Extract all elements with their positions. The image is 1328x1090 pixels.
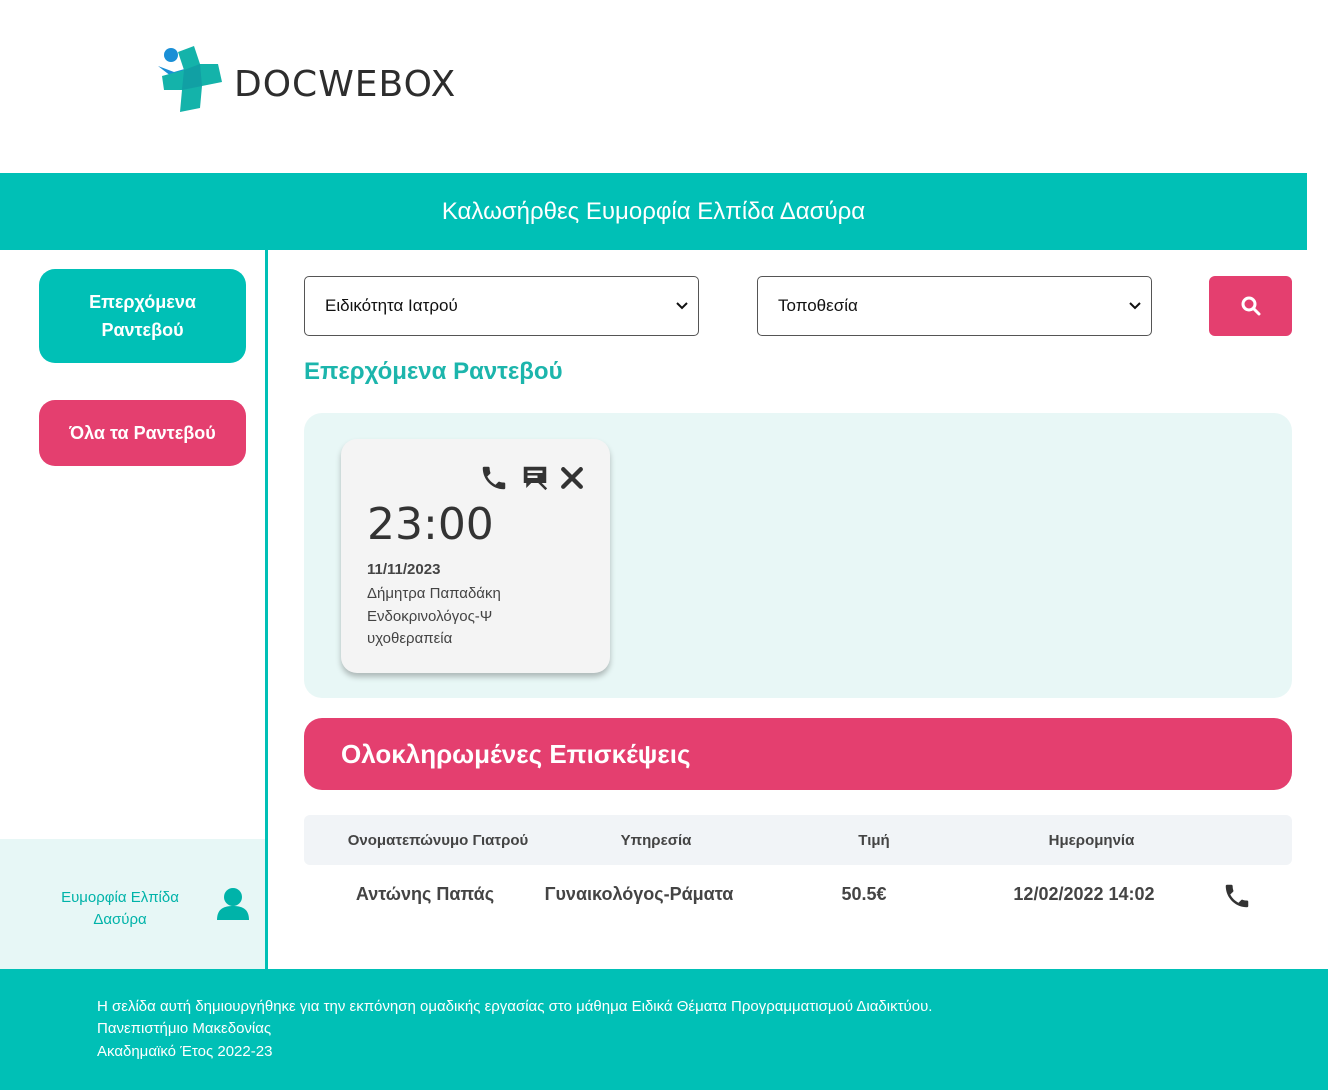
completed-visits-header: Ολοκληρωμένες Επισκέψεις [304,718,1292,790]
specialty-select[interactable]: Ειδικότητα Ιατρού [304,276,699,336]
upcoming-appointments-button[interactable]: Επερχόμενα Ραντεβού [39,269,246,363]
footer-line-1: Η σελίδα αυτή δημιουργήθηκε για την εκπό… [97,998,933,1015]
close-icon[interactable] [557,463,587,493]
user-panel: Ευμορφία Ελπίδα Δασύρα [0,839,265,969]
column-price: Τιμή [858,832,890,849]
column-doctor: Ονοματεπώνυμο Γιατρού [347,832,529,849]
user-icon[interactable] [215,886,251,922]
brand-name: DOCWEBOX [234,64,457,105]
table-row: Αντώνης Παπάς Γυναικολόγος-Ράματα 50.5€ … [304,866,1292,926]
all-appointments-button[interactable]: Όλα τα Ραντεβού [39,400,246,466]
appointment-specialty: Ενδοκρινολόγος-Ψυχοθεραπεία [367,607,493,648]
phone-icon[interactable] [1222,881,1252,911]
column-service: Υπηρεσία [620,832,692,849]
chevron-down-icon [1129,302,1141,310]
upcoming-appointments-label: Επερχόμενα Ραντεβού [89,292,196,340]
header: DOCWEBOX [0,0,1328,173]
brand-logo[interactable]: DOCWEBOX [158,46,455,112]
column-date: Ημερομηνία [1048,832,1135,849]
appointment-time: 23:00 [367,499,494,550]
row-price: 50.5€ [841,884,887,904]
row-service: Γυναικολόγος-Ράματα [544,884,734,904]
location-select-value: Τοποθεσία [778,296,858,315]
appointment-doctor: Δήμητρα Παπαδάκη [367,585,501,602]
specialty-select-value: Ειδικότητα Ιατρού [325,296,458,315]
row-doctor: Αντώνης Παπάς [355,884,495,904]
docwebox-logo-icon [158,46,222,112]
search-icon [1241,296,1260,316]
welcome-banner: Καλωσήρθες Ευμορφία Ελπίδα Δασύρα [0,173,1307,250]
row-date: 12/02/2022 14:02 [1013,884,1155,904]
completed-visits-title: Ολοκληρωμένες Επισκέψεις [341,738,691,769]
all-appointments-label: Όλα τα Ραντεβού [69,423,216,443]
table-header: Ονοματεπώνυμο Γιατρού Υπηρεσία Τιμή Ημερ… [304,815,1292,865]
appointment-date: 11/11/2023 [367,561,441,578]
footer: Η σελίδα αυτή δημιουργήθηκε για την εκπό… [0,969,1328,1090]
chevron-down-icon [676,302,688,310]
appointment-card: 23:00 11/11/2023 Δήμητρα Παπαδάκη Ενδοκρ… [341,439,610,673]
chat-icon[interactable] [520,463,550,493]
phone-icon[interactable] [479,463,509,493]
footer-line-2: Πανεπιστήμιο Μακεδονίας [97,1020,272,1037]
sidebar-divider [265,250,268,969]
search-button[interactable] [1209,276,1292,336]
upcoming-section-title: Επερχόμενα Ραντεβού [304,358,563,385]
footer-line-3: Ακαδημαϊκό Έτος 2022-23 [97,1043,273,1060]
user-name[interactable]: Ευμορφία Ελπίδα Δασύρα [40,887,200,931]
appointment-details: Δήμητρα Παπαδάκη Ενδοκρινολόγος-Ψυχοθερα… [367,583,567,651]
location-select[interactable]: Τοποθεσία [757,276,1152,336]
welcome-text: Καλωσήρθες Ευμορφία Ελπίδα Δασύρα [441,197,866,225]
